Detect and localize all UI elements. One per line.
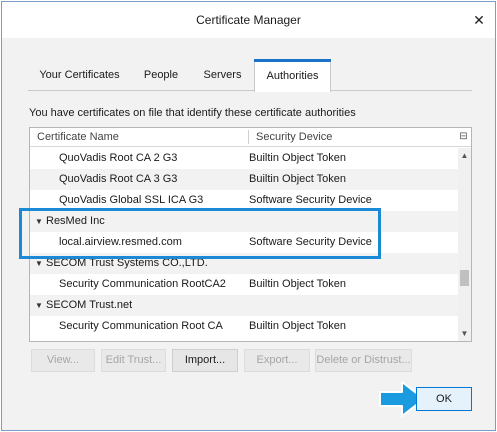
- ok-button[interactable]: OK: [416, 387, 472, 411]
- tree-row[interactable]: QuoVadis Root CA 3 G3 Builtin Object Tok…: [30, 169, 458, 190]
- certificate-name: Security Communication RootCA2: [59, 278, 226, 290]
- export-button[interactable]: Export...: [244, 349, 310, 372]
- title-bar: Certificate Manager ✕: [2, 2, 495, 38]
- description-text: You have certificates on file that ident…: [29, 107, 356, 119]
- tab-people[interactable]: People: [131, 59, 191, 91]
- vertical-scrollbar[interactable]: ▲ ▼: [458, 148, 471, 341]
- twisty-expanded-icon[interactable]: ▼: [35, 295, 43, 316]
- twisty-expanded-icon[interactable]: ▼: [35, 211, 43, 232]
- window-title: Certificate Manager: [196, 13, 301, 27]
- certificate-tree: Certificate Name Security Device ⊟ QuoVa…: [29, 127, 472, 342]
- tab-bar: Your Certificates People Servers Authori…: [28, 59, 472, 92]
- view-button[interactable]: View...: [31, 349, 95, 372]
- tree-group-row[interactable]: ▼ SECOM Trust.net: [30, 295, 458, 316]
- group-name: SECOM Trust Systems CO.,LTD.: [46, 257, 208, 269]
- edit-trust-button[interactable]: Edit Trust...: [101, 349, 166, 372]
- group-name: SECOM Trust.net: [46, 299, 133, 311]
- security-device: Builtin Object Token: [249, 320, 347, 332]
- tree-row[interactable]: Security Communication RootCA2 Builtin O…: [30, 274, 458, 295]
- column-separator[interactable]: [248, 130, 249, 144]
- tree-row[interactable]: QuoVadis Global SSL ICA G3 Software Secu…: [30, 190, 458, 211]
- tree-group-row[interactable]: ▼ ResMed Inc: [30, 211, 458, 232]
- twisty-expanded-icon[interactable]: ▼: [35, 253, 43, 274]
- delete-or-distrust-button[interactable]: Delete or Distrust...: [315, 349, 412, 372]
- column-picker-icon[interactable]: ⊟: [458, 131, 469, 143]
- certificate-name: QuoVadis Root CA 2 G3: [59, 152, 178, 164]
- certificate-name: QuoVadis Global SSL ICA G3: [59, 194, 204, 206]
- security-device: Builtin Object Token: [249, 173, 347, 185]
- security-device: Software Security Device: [249, 194, 372, 206]
- certificate-name: local.airview.resmed.com: [59, 236, 182, 248]
- security-device: Builtin Object Token: [249, 278, 347, 290]
- column-header-certificate-name[interactable]: Certificate Name: [37, 131, 119, 143]
- scrollbar-thumb[interactable]: [460, 270, 469, 286]
- tree-header: Certificate Name Security Device ⊟: [30, 128, 471, 147]
- column-header-security-device[interactable]: Security Device: [256, 131, 332, 143]
- security-device: Builtin Object Token: [249, 152, 347, 164]
- tree-row[interactable]: QuoVadis Root CA 2 G3 Builtin Object Tok…: [30, 148, 458, 169]
- import-button[interactable]: Import...: [172, 349, 238, 372]
- security-device: Software Security Device: [249, 236, 372, 248]
- close-icon[interactable]: ✕: [469, 10, 489, 30]
- certificate-name: QuoVadis Root CA 3 G3: [59, 173, 178, 185]
- tree-row[interactable]: Security Communication Root CA Builtin O…: [30, 316, 458, 337]
- tab-your-certificates[interactable]: Your Certificates: [28, 59, 131, 91]
- certificate-manager-dialog: Certificate Manager ✕ Your Certificates …: [1, 1, 496, 431]
- scroll-up-icon[interactable]: ▲: [458, 150, 471, 162]
- certificate-name: Security Communication Root CA: [59, 320, 223, 332]
- tree-row[interactable]: local.airview.resmed.com Software Securi…: [30, 232, 458, 253]
- tab-servers[interactable]: Servers: [191, 59, 254, 91]
- tab-authorities[interactable]: Authorities: [254, 59, 331, 92]
- tree-group-row[interactable]: ▼ SECOM Trust Systems CO.,LTD.: [30, 253, 458, 274]
- group-name: ResMed Inc: [46, 215, 105, 227]
- scroll-down-icon[interactable]: ▼: [458, 328, 471, 340]
